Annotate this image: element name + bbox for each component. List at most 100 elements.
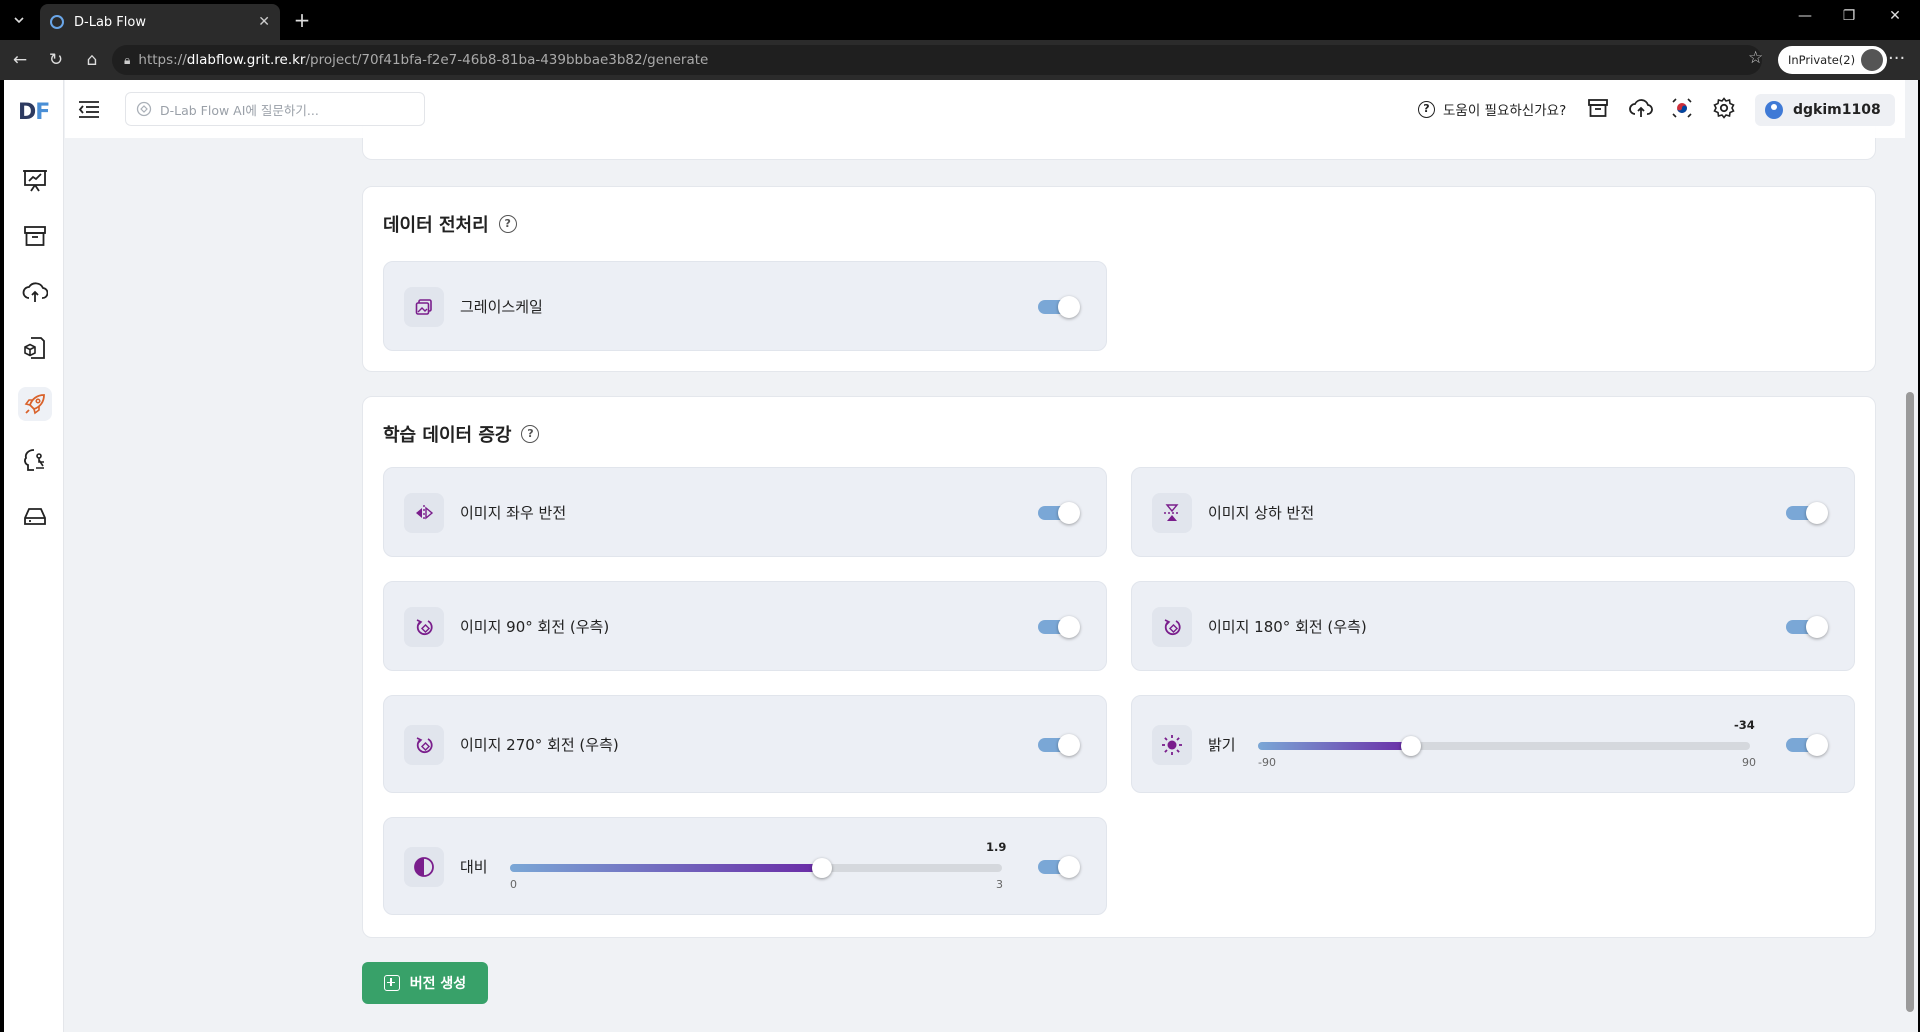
slider-thumb[interactable] [812, 858, 832, 878]
brightness-slider[interactable] [1258, 736, 1750, 756]
menu-toggle-icon[interactable] [77, 97, 101, 121]
option-label: 그레이스케일 [460, 298, 543, 316]
help-circle-icon[interactable]: ? [521, 425, 540, 443]
window-close-icon[interactable]: ✕ [1880, 8, 1910, 24]
option-flip-vertical: 이미지 상하 반전 [1131, 467, 1855, 557]
cloud-upload-icon [22, 282, 48, 302]
sidebar-item-training[interactable] [18, 443, 52, 477]
slider-fill [510, 864, 822, 872]
app-sidebar: DF [4, 80, 64, 1032]
user-menu-button[interactable]: dgkim1108 [1755, 94, 1895, 126]
help-circle-icon[interactable]: ? [498, 215, 517, 233]
image-grayscale-icon [404, 287, 444, 327]
option-label: 이미지 270° 회전 (우측) [460, 736, 619, 754]
document-cube-icon [24, 337, 45, 359]
brightness-max: 90 [1742, 756, 1756, 769]
option-label: 밝기 [1208, 736, 1236, 754]
contrast-max: 3 [996, 878, 1003, 891]
create-version-label: 버전 생성 [409, 976, 467, 992]
sidebar-item-archive[interactable] [18, 219, 52, 253]
flip-horizontal-icon [404, 493, 444, 533]
preprocessing-title-text: 데이터 전처리 [383, 215, 489, 236]
help-circle-icon: ? [1418, 100, 1435, 118]
back-icon[interactable]: ← [8, 48, 32, 72]
option-label: 이미지 90° 회전 (우측) [460, 618, 610, 636]
more-options-icon[interactable]: ··· [1888, 48, 1905, 69]
create-version-button[interactable]: 버전 생성 [362, 962, 488, 1004]
preprocessing-title: 데이터 전처리 ? [383, 211, 517, 237]
help-label: 도움이 필요하신가요? [1443, 103, 1567, 119]
sidebar-item-data[interactable] [18, 331, 52, 365]
favorite-star-icon[interactable]: ☆ [1748, 48, 1763, 68]
ai-search-input[interactable]: D-Lab Flow AI에 질문하기... [125, 92, 425, 126]
scrollbar-thumb[interactable] [1906, 392, 1914, 1012]
browser-tab[interactable]: D-Lab Flow ✕ [40, 4, 280, 40]
url-field[interactable]: 🔒︎ https://dlabflow.grit.re.kr/project/7… [112, 45, 1762, 75]
profile-avatar [1861, 49, 1884, 71]
lock-icon: 🔒︎ [124, 52, 131, 67]
reload-icon[interactable]: ↻ [44, 48, 68, 72]
augmentation-title: 학습 데이터 증강 ? [383, 421, 540, 447]
help-link[interactable]: ? 도움이 필요하신가요? [1418, 99, 1566, 119]
plus-square-icon [383, 975, 400, 991]
minimize-icon[interactable]: — [1790, 8, 1820, 24]
home-icon[interactable]: ⌂ [80, 48, 104, 72]
archive-icon[interactable] [1587, 97, 1611, 121]
app-logo[interactable]: DF [18, 100, 50, 125]
option-label: 대비 [460, 858, 488, 876]
option-brightness: 밝기 -34 -90 90 [1131, 695, 1855, 793]
brain-icon [24, 449, 44, 471]
url-scheme: https:// [138, 52, 187, 68]
option-label: 이미지 상하 반전 [1208, 504, 1315, 522]
tab-title: D-Lab Flow [74, 14, 146, 30]
inprivate-badge[interactable]: InPrivate(2) [1778, 46, 1888, 74]
slider-thumb[interactable] [1401, 736, 1421, 756]
option-rotate-180: 이미지 180° 회전 (우측) [1131, 581, 1855, 671]
url-path: /project/70f41bfa-f2e7-46b8-81ba-439bbba… [305, 52, 709, 68]
brightness-min: -90 [1258, 756, 1276, 769]
rotate-90-toggle[interactable] [1038, 616, 1080, 638]
logo-d: D [18, 100, 36, 125]
rotate-right-icon [404, 607, 444, 647]
brightness-value: -34 [1734, 718, 1755, 732]
cloud-upload-icon[interactable] [1629, 97, 1653, 121]
option-contrast: 대비 1.9 0 3 [383, 817, 1107, 915]
tab-favicon-icon [50, 15, 64, 29]
sun-icon [1152, 725, 1192, 765]
contrast-toggle[interactable] [1038, 856, 1080, 878]
contrast-min: 0 [510, 878, 517, 891]
username: dgkim1108 [1793, 102, 1881, 118]
inprivate-label: InPrivate(2) [1788, 53, 1856, 67]
sidebar-item-storage[interactable] [18, 499, 52, 533]
tab-close-icon[interactable]: ✕ [258, 14, 270, 30]
rotate-right-icon [404, 725, 444, 765]
tab-list-chevron-icon[interactable] [6, 7, 32, 33]
augmentation-card: 학습 데이터 증강 ? 이미지 좌우 반전 이미지 상하 반전 이미지 90° … [362, 396, 1876, 938]
drive-icon [24, 508, 46, 525]
contrast-value: 1.9 [986, 840, 1007, 854]
sidebar-item-generate[interactable] [18, 387, 52, 421]
url-host: dlabflow.grit.re.kr [186, 52, 306, 68]
sidebar-item-dashboard[interactable] [18, 163, 52, 197]
gear-icon[interactable] [1713, 97, 1737, 121]
ai-sparkle-icon [136, 101, 152, 117]
rotate-180-toggle[interactable] [1786, 616, 1828, 638]
logo-f: F [35, 100, 50, 125]
option-rotate-270: 이미지 270° 회전 (우측) [383, 695, 1107, 793]
korea-flag-icon[interactable] [1671, 97, 1695, 121]
contrast-icon [404, 847, 444, 887]
page-scrollbar[interactable] [1904, 82, 1916, 1030]
option-label: 이미지 좌우 반전 [460, 504, 567, 522]
restore-icon[interactable]: ❐ [1834, 8, 1864, 24]
sidebar-item-upload[interactable] [18, 275, 52, 309]
contrast-slider[interactable] [510, 858, 1002, 878]
flip-horizontal-toggle[interactable] [1038, 502, 1080, 524]
brightness-toggle[interactable] [1786, 734, 1828, 756]
rotate-270-toggle[interactable] [1038, 734, 1080, 756]
presentation-chart-icon [23, 170, 47, 192]
grayscale-toggle[interactable] [1038, 296, 1080, 318]
rotate-right-icon [1152, 607, 1192, 647]
app-top-bar: D-Lab Flow AI에 질문하기... ? 도움이 필요하신가요? dgk… [65, 80, 1905, 138]
new-tab-icon[interactable]: + [290, 8, 314, 32]
flip-vertical-toggle[interactable] [1786, 502, 1828, 524]
